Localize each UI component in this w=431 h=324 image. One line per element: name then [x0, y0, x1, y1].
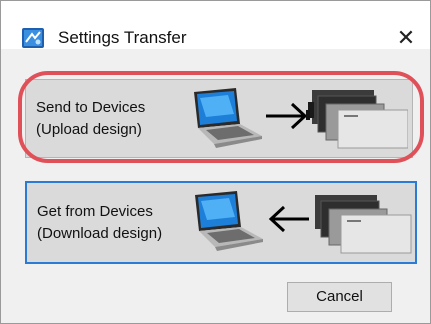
laptop-icon — [195, 191, 263, 251]
laptop-icon — [194, 88, 262, 148]
send-button-line1: Send to Devices — [36, 99, 146, 116]
get-button-line2: (Download design) — [37, 225, 163, 242]
get-button-label: Get from Devices (Download design) — [37, 201, 162, 245]
arrow-left-icon — [268, 205, 309, 233]
download-illustration — [195, 191, 412, 254]
get-from-devices-button[interactable]: Get from Devices (Download design) — [25, 181, 417, 264]
devices-icon — [306, 90, 408, 149]
arrow-right-icon — [266, 102, 308, 130]
settings-transfer-dialog: Settings Transfer ✕ Send to Devices (Upl… — [0, 0, 431, 324]
window-title: Settings Transfer — [58, 28, 187, 47]
send-button-line2: (Upload design) — [36, 121, 142, 138]
send-button-label: Send to Devices (Upload design) — [36, 97, 145, 141]
cancel-button[interactable]: Cancel — [287, 282, 392, 312]
title-bar: Settings Transfer ✕ — [1, 1, 430, 50]
app-icon — [22, 28, 44, 48]
close-icon[interactable]: ✕ — [389, 23, 423, 53]
devices-icon — [315, 195, 412, 254]
get-button-line1: Get from Devices — [37, 203, 153, 220]
upload-illustration — [194, 88, 408, 149]
send-to-devices-button[interactable]: Send to Devices (Upload design) — [25, 79, 413, 158]
